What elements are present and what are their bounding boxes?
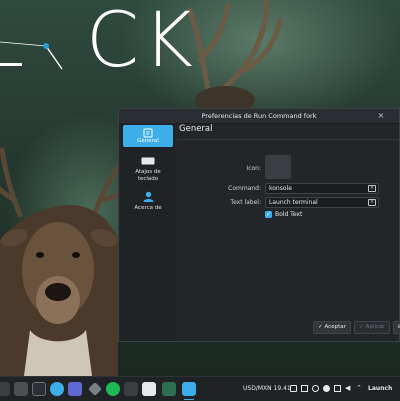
sidebar-item-about[interactable]: Acerca de [123, 191, 173, 215]
currency-widget[interactable]: USD/MXN 19.41 [243, 385, 291, 392]
apply-label: Aplicar [365, 324, 385, 330]
user-icon [143, 191, 153, 202]
expand-tray-icon[interactable]: ⌃ [356, 385, 363, 392]
sidebar-item-shortcuts[interactable]: Atajos de teclado [123, 157, 173, 187]
icon-label: Icon: [246, 165, 261, 172]
app-launcher-icon[interactable] [0, 382, 10, 396]
editor-icon[interactable] [142, 382, 156, 396]
preferences-sidebar: General Atajos de teclado Acerca de [121, 123, 175, 341]
sidebar-item-label: Atajos de teclado [135, 169, 161, 182]
monitor-icon[interactable] [162, 382, 176, 396]
preferences-window: Preferencias de Run Command fork × Gener… [118, 108, 400, 342]
notifications-icon[interactable] [323, 385, 330, 392]
files-icon[interactable] [14, 382, 28, 396]
ok-button[interactable]: ✓ Aceptar [313, 321, 351, 334]
icon-picker-button[interactable] [265, 155, 291, 179]
preferences-content: General Icon: Command: konsole × Text la… [177, 123, 400, 341]
run-command-icon[interactable] [182, 382, 196, 400]
settings-icon [143, 128, 153, 138]
section-title: General [179, 124, 213, 134]
app-icon-a[interactable] [68, 382, 82, 396]
cancel-button[interactable]: ⊘ [393, 321, 400, 334]
ok-label: Aceptar [324, 324, 346, 330]
app-icon-b[interactable] [88, 382, 102, 396]
battery-icon[interactable] [334, 385, 341, 392]
apply-button[interactable]: ✓ Aplicar [354, 321, 390, 334]
network-icon[interactable] [312, 385, 319, 392]
terminal-icon[interactable] [32, 382, 46, 396]
clear-icon[interactable]: × [368, 199, 376, 206]
window-title: Preferencias de Run Command fork [201, 112, 317, 120]
display-icon[interactable] [301, 385, 308, 392]
section-divider [177, 139, 399, 140]
task-label[interactable]: Launch [368, 385, 392, 392]
sidebar-item-label: Acerca de [134, 205, 162, 211]
sidebar-item-general[interactable]: General [123, 125, 173, 147]
spotify-icon[interactable] [106, 382, 120, 396]
text-label-field[interactable]: Launch terminal × [265, 197, 379, 208]
close-icon[interactable]: × [377, 112, 385, 120]
text-label-value: Launch terminal [269, 199, 318, 206]
clipboard-icon[interactable] [290, 385, 297, 392]
text-label-label: Text label: [230, 199, 261, 206]
window-titlebar[interactable]: Preferencias de Run Command fork × [119, 109, 399, 124]
command-label: Command: [228, 185, 261, 192]
volume-icon[interactable]: ◀ [345, 385, 352, 392]
command-field[interactable]: konsole × [265, 183, 379, 194]
bold-text-checkbox[interactable]: ✓ [265, 211, 272, 218]
taskbar: USD/MXN 19.41 ◀ ⌃ Launch [0, 376, 400, 401]
keyboard-icon [141, 157, 155, 165]
lock-letter-l: L [0, 0, 25, 84]
settings-app-icon[interactable] [50, 382, 64, 396]
sidebar-item-label: General [137, 138, 159, 144]
clear-icon[interactable]: × [368, 185, 376, 192]
bold-text-label: Bold Text [275, 211, 303, 218]
command-value: konsole [269, 185, 292, 192]
lock-word: CK [86, 0, 197, 84]
app-icon-c[interactable] [124, 382, 138, 396]
